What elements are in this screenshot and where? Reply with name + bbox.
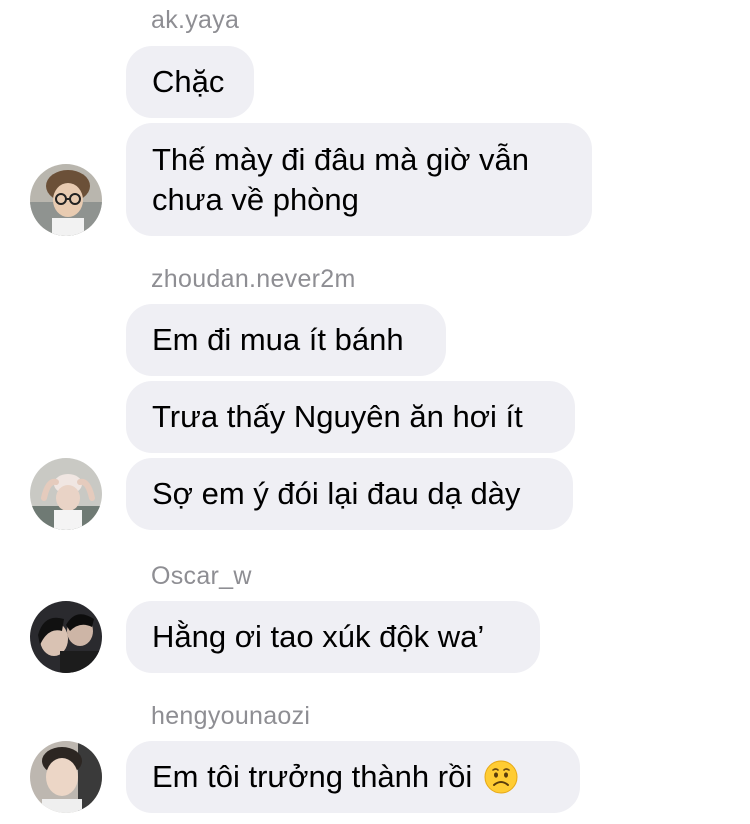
sender-username[interactable]: zhoudan.never2m (151, 265, 356, 294)
worried-face-icon (484, 760, 518, 794)
message-text: Sợ em ý đói lại đau dạ dày (152, 476, 521, 511)
sender-username[interactable]: Oscar_w (151, 562, 252, 591)
message-text: Em tôi trưởng thành rồi (152, 759, 473, 794)
avatar[interactable] (30, 458, 102, 530)
message-bubble[interactable]: Sợ em ý đói lại đau dạ dày (126, 458, 573, 530)
sender-username[interactable]: hengyounaozi (151, 702, 310, 731)
avatar[interactable] (30, 601, 102, 673)
message-text: chưa về phòng (152, 181, 359, 217)
message-bubble[interactable]: Hằng ơi tao xúk độk wa’ (126, 601, 540, 673)
avatar-young-man-portrait-icon (30, 741, 102, 813)
message-bubble[interactable]: Em đi mua ít bánh (126, 304, 446, 376)
sender-username[interactable]: ak.yaya (151, 6, 239, 35)
avatar-girl-hands-up-icon (30, 458, 102, 530)
message-bubble[interactable]: Trưa thấy Nguyên ăn hơi ít (126, 381, 575, 453)
message-bubble[interactable]: Thế mày đi đâu mà giờ vẫn chưa về phòng (126, 123, 592, 236)
message-bubble[interactable]: Chặc (126, 46, 254, 118)
message-text: Em đi mua ít bánh (152, 322, 404, 357)
avatar-young-man-glasses-icon (30, 164, 102, 236)
avatar[interactable] (30, 741, 102, 813)
message-text: Chặc (152, 64, 225, 99)
message-text: Thế mày đi đâu mà giờ vẫn (152, 141, 530, 177)
message-text: Trưa thấy Nguyên ăn hơi ít (152, 399, 523, 434)
avatar-couple-dark-icon (30, 601, 102, 673)
avatar[interactable] (30, 164, 102, 236)
message-text: Hằng ơi tao xúk độk wa’ (152, 619, 485, 654)
message-bubble[interactable]: Em tôi trưởng thành rồi (126, 741, 580, 813)
